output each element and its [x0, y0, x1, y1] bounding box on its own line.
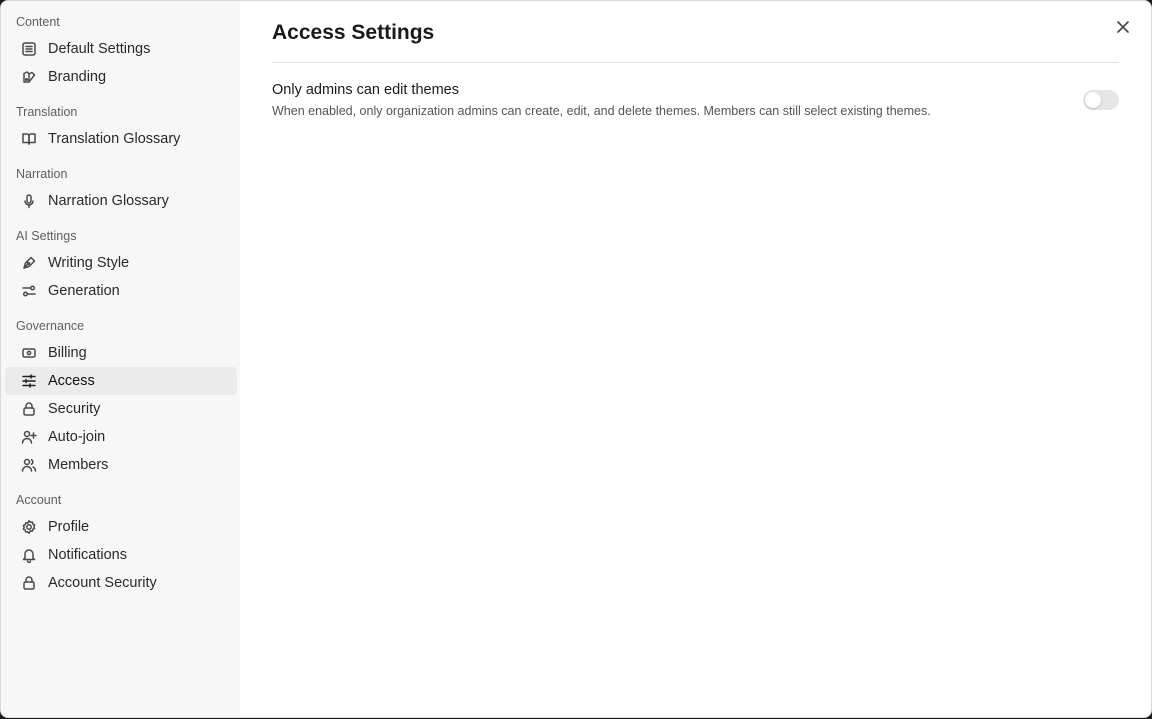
sidebar-item-security[interactable]: Security — [5, 395, 237, 423]
sidebar-item-label: Notifications — [48, 547, 127, 563]
sidebar-section-governance: Governance Billing Access Security Auto-… — [1, 317, 240, 479]
bell-icon — [20, 546, 38, 564]
section-title: AI Settings — [16, 229, 77, 243]
sidebar-item-writing-style[interactable]: Writing Style — [5, 249, 237, 277]
setting-description: When enabled, only organization admins c… — [272, 104, 931, 118]
page-title: Access Settings — [272, 21, 435, 44]
sidebar-item-label: Account Security — [48, 575, 157, 591]
sidebar-item-access[interactable]: Access — [5, 367, 237, 395]
sidebar-item-label: Access — [48, 373, 95, 389]
gear-icon — [20, 518, 38, 536]
sidebar-section-narration: Narration Narration Glossary — [1, 165, 240, 215]
sidebar-item-label: Writing Style — [48, 255, 130, 271]
sidebar-item-account-security[interactable]: Account Security — [5, 569, 237, 597]
sidebar-item-notifications[interactable]: Notifications — [5, 541, 237, 569]
section-title: Narration — [16, 167, 68, 181]
section-title: Content — [16, 15, 60, 29]
settings-sliders-icon — [20, 282, 38, 300]
setting-label: Only admins can edit themes — [272, 82, 459, 98]
document-list-icon — [20, 40, 38, 58]
settings-main-panel: Access Settings Only admins can edit the… — [240, 1, 1151, 717]
sidebar-item-label: Members — [48, 457, 109, 473]
sidebar-item-label: Translation Glossary — [48, 131, 181, 147]
palette-icon — [20, 68, 38, 86]
users-icon — [20, 456, 38, 474]
sidebar-item-label: Auto-join — [48, 429, 106, 445]
sidebar-item-label: Generation — [48, 283, 120, 299]
sidebar-item-branding[interactable]: Branding — [5, 63, 237, 91]
section-title: Translation — [16, 105, 78, 119]
toggle-knob — [1085, 92, 1101, 108]
sidebar-item-generation[interactable]: Generation — [5, 277, 237, 305]
divider — [272, 62, 1119, 63]
lock-icon — [20, 574, 38, 592]
sidebar-item-billing[interactable]: Billing — [5, 339, 237, 367]
banknote-icon — [20, 344, 38, 362]
sidebar-item-label: Default Settings — [48, 41, 151, 57]
sidebar-item-translation-glossary[interactable]: Translation Glossary — [5, 125, 237, 153]
setting-row-admin-themes: Only admins can edit themes When enabled… — [272, 80, 1119, 120]
sliders-horizontal-icon — [20, 372, 38, 390]
setting-text: Only admins can edit themes When enabled… — [272, 80, 931, 120]
sidebar-item-auto-join[interactable]: Auto-join — [5, 423, 237, 451]
sidebar-item-label: Profile — [48, 519, 90, 535]
lock-icon — [20, 400, 38, 418]
sidebar-item-label: Narration Glossary — [48, 193, 169, 209]
settings-window: Content Default Settings Branding Transl… — [0, 0, 1152, 718]
close-icon — [1117, 21, 1129, 33]
sidebar-item-profile[interactable]: Profile — [5, 513, 237, 541]
admin-themes-toggle[interactable] — [1083, 90, 1119, 110]
book-open-icon — [20, 130, 38, 148]
sidebar-item-label: Branding — [48, 69, 107, 85]
sidebar-item-narration-glossary[interactable]: Narration Glossary — [5, 187, 237, 215]
section-title: Account — [16, 493, 62, 507]
sidebar-section-account: Account Profile Notifications Account Se… — [1, 491, 240, 597]
settings-sidebar: Content Default Settings Branding Transl… — [1, 1, 240, 717]
sidebar-item-default-settings[interactable]: Default Settings — [5, 35, 237, 63]
sidebar-section-ai-settings: AI Settings Writing Style Generation — [1, 227, 240, 305]
sidebar-item-label: Billing — [48, 345, 87, 361]
sidebar-section-content: Content Default Settings Branding — [1, 13, 240, 91]
section-title: Governance — [16, 319, 85, 333]
close-button[interactable] — [1113, 17, 1133, 37]
sidebar-item-members[interactable]: Members — [5, 451, 237, 479]
sidebar-item-label: Security — [48, 401, 101, 417]
user-plus-icon — [20, 428, 38, 446]
sidebar-section-translation: Translation Translation Glossary — [1, 103, 240, 153]
microphone-icon — [20, 192, 38, 210]
pen-tool-icon — [20, 254, 38, 272]
